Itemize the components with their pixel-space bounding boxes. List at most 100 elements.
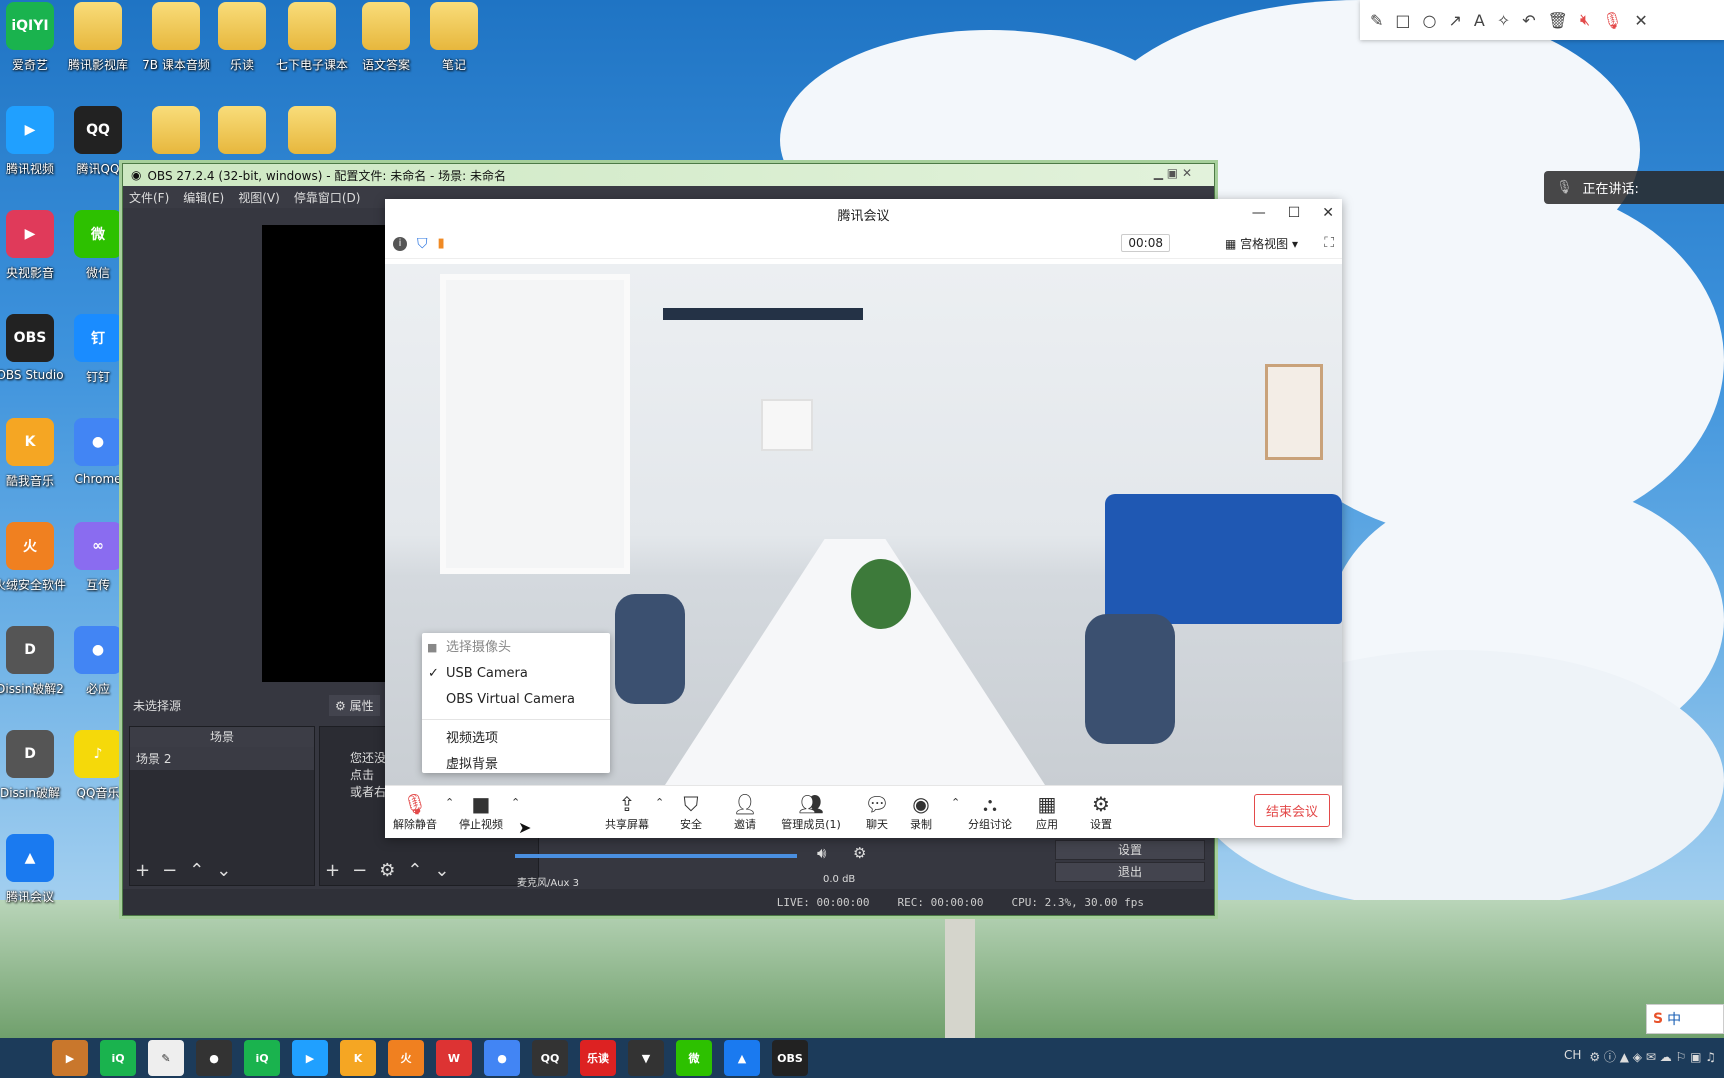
- info-icon[interactable]: i: [393, 236, 407, 251]
- wechat-icon[interactable]: 微: [676, 1040, 712, 1076]
- tencent-video-icon[interactable]: ▶: [292, 1040, 328, 1076]
- volume-icon[interactable]: 🔊︎: [817, 844, 826, 862]
- invite-button[interactable]: 👤︎ 邀请: [715, 792, 775, 832]
- pen-icon[interactable]: ✎: [1370, 11, 1383, 30]
- record-button[interactable]: ◉ 录制: [891, 792, 951, 832]
- desktop-icon-label: 语文答案: [361, 58, 410, 72]
- kuwo-icon[interactable]: K: [340, 1040, 376, 1076]
- desktop-icon-label: 腾讯会议: [5, 890, 54, 904]
- obs-icon[interactable]: OBS: [772, 1040, 808, 1076]
- camera-option-obs-virtual[interactable]: OBS Virtual Camera: [422, 687, 610, 713]
- unmute-button[interactable]: 🎙︎ 解除静音: [385, 792, 445, 832]
- chrome-icon[interactable]: ●: [484, 1040, 520, 1076]
- meeting-timer: 00:08: [1121, 234, 1170, 252]
- desktop-icon[interactable]: 笔记: [404, 0, 504, 104]
- sogou-icon: S: [1653, 1011, 1664, 1027]
- camera-menu: ■ 选择摄像头 ✓ USB Camera OBS Virtual Camera 视频…: [422, 633, 610, 773]
- circle-icon[interactable]: ○: [1423, 11, 1437, 30]
- scene-down-icon[interactable]: ⌄: [216, 860, 231, 881]
- remove-source-icon[interactable]: −: [352, 860, 367, 881]
- tray-icons[interactable]: ⚙ ⓘ ▲ ◈ ✉ ☁ ⚐ ▣ ♫: [1589, 1048, 1716, 1065]
- record-icon[interactable]: ●: [196, 1040, 232, 1076]
- meeting-titlebar[interactable]: 腾讯会议 — ☐ ✕: [385, 199, 1342, 229]
- view-mode-button[interactable]: ▦ 宫格视图 ▾: [1219, 234, 1304, 253]
- scene-up-icon[interactable]: ⌃: [189, 860, 204, 881]
- video-options-caret[interactable]: ⌃: [511, 796, 520, 809]
- text-icon[interactable]: A: [1474, 11, 1485, 30]
- ledu-icon[interactable]: 乐读: [580, 1040, 616, 1076]
- add-scene-icon[interactable]: +: [135, 860, 150, 881]
- close-icon[interactable]: ✕: [1634, 11, 1647, 30]
- source-settings-icon[interactable]: ⚙: [379, 860, 395, 881]
- breakout-button[interactable]: ⛬ 分组讨论: [960, 792, 1020, 832]
- minimize-icon[interactable]: —: [1252, 205, 1266, 221]
- camera-option-usb[interactable]: ✓ USB Camera: [422, 661, 610, 687]
- speaker-off-icon[interactable]: 🔇︎: [1580, 10, 1590, 30]
- chair: [615, 594, 685, 704]
- exit-button[interactable]: 退出: [1055, 862, 1205, 882]
- obs-window-controls[interactable]: ▁ ▣ ✕: [1154, 166, 1192, 180]
- trash-icon[interactable]: 🗑︎: [1548, 11, 1568, 30]
- iqiyi-icon[interactable]: iQ: [100, 1040, 136, 1076]
- iqiyi-icon: iQIYI: [6, 2, 54, 50]
- remove-scene-icon[interactable]: −: [162, 860, 177, 881]
- magic-wand-icon[interactable]: ✧: [1497, 11, 1510, 30]
- scene-item[interactable]: 场景 2: [130, 747, 314, 770]
- cctv-icon: ▶: [6, 210, 54, 258]
- share-screen-button[interactable]: ⇪ 共享屏幕: [597, 792, 657, 832]
- rec-status: REC: 00:00:00: [897, 895, 984, 909]
- properties-button[interactable]: ⚙ 属性: [329, 695, 380, 716]
- mixer-settings-icon[interactable]: ⚙: [853, 844, 866, 862]
- gear-icon: ⚙: [335, 699, 346, 713]
- menu-view[interactable]: 视图(V): [238, 189, 280, 206]
- ime-indicator[interactable]: S 中: [1646, 1004, 1724, 1034]
- fullscreen-icon[interactable]: ⛶: [1324, 235, 1334, 251]
- iqiyi-icon[interactable]: iQ: [244, 1040, 280, 1076]
- end-meeting-button[interactable]: 结束会议: [1253, 794, 1330, 827]
- shield-icon[interactable]: ⛉: [417, 236, 428, 252]
- app-icon: D: [6, 626, 54, 674]
- stop-video-button[interactable]: ■ 停止视频: [451, 792, 511, 832]
- desktop-icon-label: 微信: [85, 266, 110, 280]
- media-player-icon[interactable]: ▶: [52, 1040, 88, 1076]
- settings-button[interactable]: 设置: [1055, 840, 1205, 860]
- folder-icon: [430, 2, 478, 50]
- tencent-meeting-icon[interactable]: ▲: [724, 1040, 760, 1076]
- signal-icon[interactable]: ▮: [438, 236, 445, 251]
- menu-file[interactable]: 文件(F): [129, 189, 169, 206]
- view-mode-label: 宫格视图: [1240, 237, 1289, 251]
- wps-icon[interactable]: W: [436, 1040, 472, 1076]
- video-options-item[interactable]: 视频选项: [422, 726, 610, 752]
- members-button[interactable]: 👥︎ 管理成员(1): [771, 792, 851, 832]
- mouse-cursor-icon: ➤: [518, 818, 532, 837]
- record-options-caret[interactable]: ⌃: [951, 796, 960, 809]
- virtual-background-item[interactable]: 虚拟背景: [422, 752, 610, 778]
- security-button[interactable]: ⛉ 安全: [661, 792, 721, 832]
- chair: [1085, 614, 1175, 744]
- kuwo-icon: K: [6, 418, 54, 466]
- language-indicator[interactable]: CH: [1564, 1048, 1581, 1065]
- source-up-icon[interactable]: ⌃: [407, 860, 422, 881]
- undo-icon[interactable]: ↶: [1522, 11, 1535, 30]
- mic-off-icon[interactable]: 🎙︎: [1602, 11, 1622, 30]
- menu-edit[interactable]: 编辑(E): [183, 189, 224, 206]
- desktop-icon[interactable]: ▲ 腾讯会议: [0, 832, 80, 936]
- folder-icon: [288, 106, 336, 154]
- huorong-icon[interactable]: 火: [388, 1040, 424, 1076]
- menu-docks[interactable]: 停靠窗口(D): [294, 189, 361, 206]
- rectangle-icon[interactable]: □: [1395, 11, 1410, 30]
- maximize-icon[interactable]: ☐: [1288, 205, 1301, 221]
- source-down-icon[interactable]: ⌄: [434, 860, 449, 881]
- arrow-icon[interactable]: ↗: [1449, 11, 1462, 30]
- apps-button[interactable]: ▦ 应用: [1017, 792, 1077, 832]
- add-source-icon[interactable]: +: [325, 860, 340, 881]
- invite-label: 邀请: [734, 818, 756, 831]
- close-icon[interactable]: ✕: [1322, 205, 1334, 221]
- obs-titlebar[interactable]: ◉ OBS 27.2.4 (32-bit, windows) - 配置文件: 未…: [123, 164, 1214, 186]
- qq-icon[interactable]: QQ: [532, 1040, 568, 1076]
- audio-slider[interactable]: [515, 854, 797, 858]
- obs-logo-icon: ◉: [131, 168, 142, 182]
- settings-button[interactable]: ⚙ 设置: [1071, 792, 1131, 832]
- app-icon[interactable]: ▼: [628, 1040, 664, 1076]
- paint-icon[interactable]: ✎: [148, 1040, 184, 1076]
